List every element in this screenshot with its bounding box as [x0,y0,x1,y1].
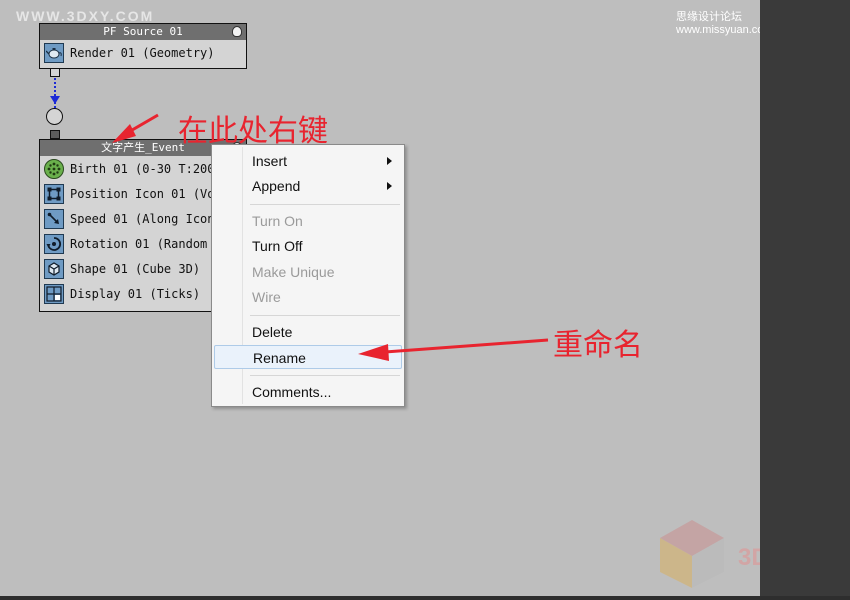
right-side-panel [760,0,850,600]
arrow-to-rename [358,338,549,361]
annotation-rename: 重命名 [553,328,643,363]
bottom-strip [0,596,850,600]
annotation-arrows [112,113,549,361]
annotation-right-click-here: 在此处右键 [178,114,328,149]
arrow-to-title-bar [112,113,159,143]
particle-view-canvas[interactable]: WWW.3DXY.COM 思缘设计论坛 www.missyuan.com PF … [0,0,817,596]
